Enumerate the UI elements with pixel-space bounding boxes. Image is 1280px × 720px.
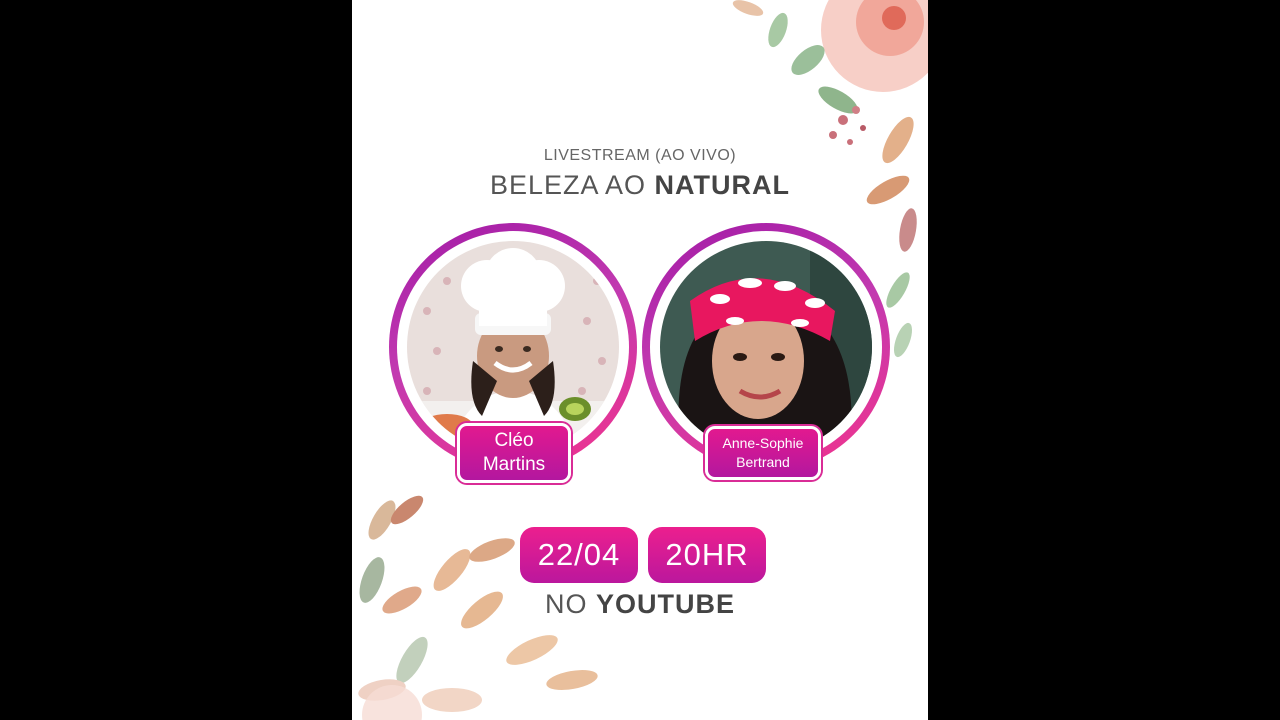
guest-first-name: Cléo [494, 430, 534, 451]
event-subtitle: LIVESTREAM (AO VIVO) [543, 147, 737, 164]
title-prefix: BELEZA AO [489, 170, 647, 200]
event-platform: NO YOUTUBE [352, 589, 928, 620]
guest-photo-chef [407, 241, 619, 453]
guest-name-tag: Anne-Sophie Bertrand [705, 426, 821, 480]
event-title: BELEZA AO NATURAL [352, 170, 928, 201]
title-emphasis: NATURAL [654, 170, 791, 200]
guest-photo-headband [660, 241, 872, 453]
platform-prefix: NO [544, 589, 588, 619]
event-poster: LIVESTREAM (AO VIVO) BELEZA AO NATURAL C… [352, 0, 928, 720]
platform-name: YOUTUBE [596, 589, 736, 619]
guest-name-tag: Cléo Martins [457, 423, 571, 483]
guest-first-name: Anne-Sophie [722, 435, 804, 451]
guest-last-name: Martins [482, 454, 546, 475]
event-time-badge: 20HR [648, 527, 766, 583]
event-date-badge: 22/04 [520, 527, 638, 583]
guest-last-name: Bertrand [736, 454, 790, 470]
guest-card-cleo: Cléo Martins [389, 223, 637, 483]
guest-card-anne-sophie: Anne-Sophie Bertrand [642, 223, 890, 480]
